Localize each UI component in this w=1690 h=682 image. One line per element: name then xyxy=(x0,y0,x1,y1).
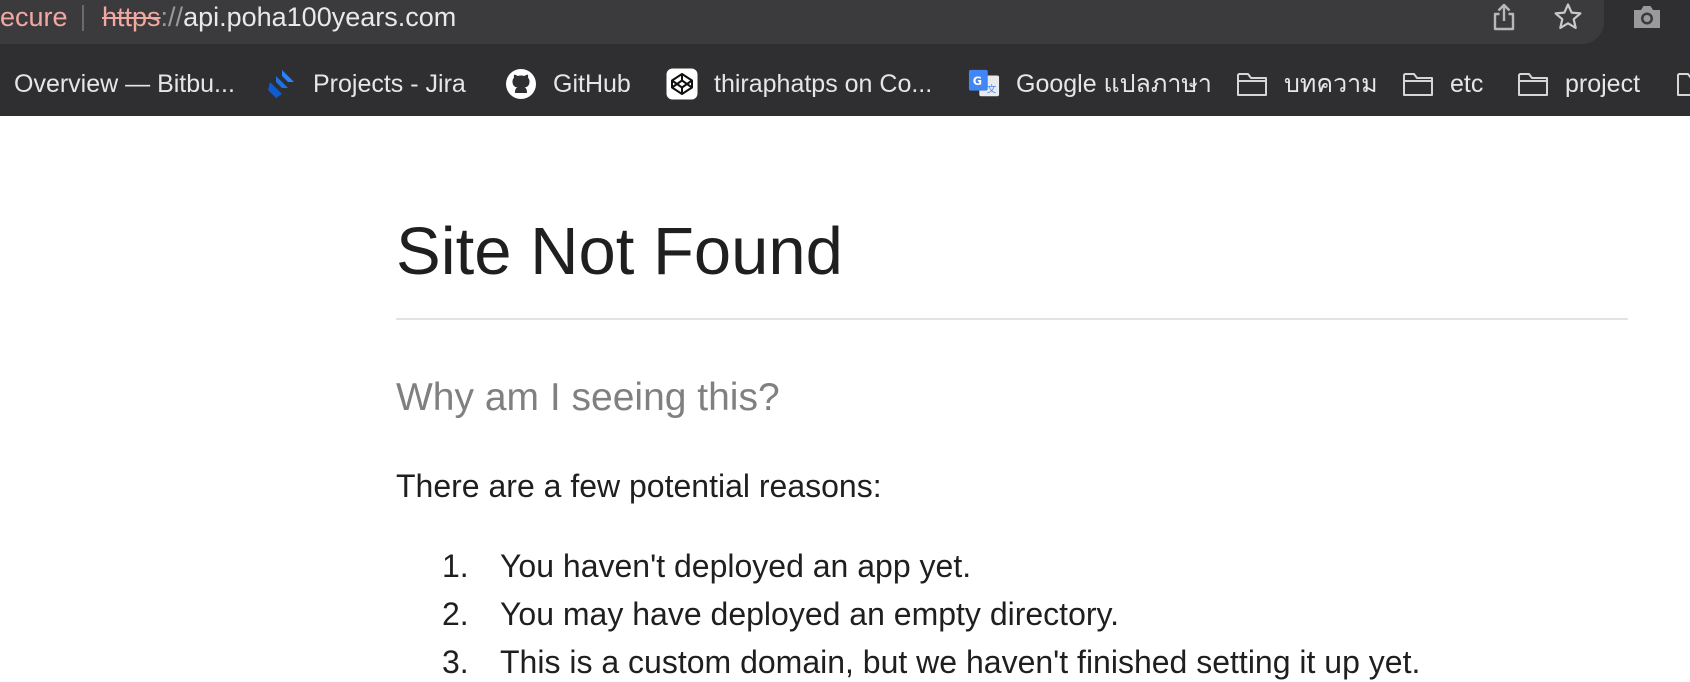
address-bar[interactable]: ecure https://api.poha100years.com xyxy=(0,0,1604,44)
bookmark-folder-overflow[interactable] xyxy=(1676,62,1690,106)
bookmark-label: Overview — Bitbu... xyxy=(14,69,235,98)
camera-icon[interactable] xyxy=(1630,0,1664,34)
url-host: api.poha100years.com xyxy=(183,2,457,32)
list-item-number: 3. xyxy=(442,644,469,680)
bookmark-bitbucket-overview[interactable]: Overview — Bitbu... xyxy=(14,62,235,106)
jira-icon xyxy=(265,68,297,100)
page-title: Site Not Found xyxy=(396,214,843,289)
github-icon xyxy=(505,68,537,100)
bookmark-folder-etc[interactable]: etc xyxy=(1402,62,1483,106)
address-bar-divider xyxy=(82,5,84,31)
share-icon[interactable] xyxy=(1487,0,1521,34)
list-item-text: You may have deployed an empty directory… xyxy=(500,596,1120,632)
bookmark-google-translate[interactable]: G 文 Google แปลภาษา xyxy=(968,62,1212,106)
list-item-number: 1. xyxy=(442,548,469,584)
google-translate-icon: G 文 xyxy=(968,68,1000,100)
reasons-intro: There are a few potential reasons: xyxy=(396,468,882,504)
folder-icon xyxy=(1517,68,1549,100)
bookmark-codepen[interactable]: thiraphatps on Co... xyxy=(666,62,932,106)
page-subheading: Why am I seeing this? xyxy=(396,376,780,419)
bookmark-folder-articles[interactable]: บทความ xyxy=(1236,62,1378,106)
list-item-text: This is a custom domain, but we haven't … xyxy=(500,644,1421,680)
bookmark-label: Google แปลภาษา xyxy=(1016,70,1212,98)
security-indicator[interactable]: ecure xyxy=(0,0,68,34)
url-text[interactable]: https://api.poha100years.com xyxy=(102,0,456,34)
svg-text:G: G xyxy=(973,75,982,88)
bookmark-label: บทความ xyxy=(1284,70,1378,98)
bookmark-folder-project[interactable]: project xyxy=(1517,62,1640,106)
bookmark-label: thiraphatps on Co... xyxy=(714,69,933,98)
list-item-text: You haven't deployed an app yet. xyxy=(500,548,972,584)
folder-icon xyxy=(1402,68,1434,100)
svg-text:文: 文 xyxy=(987,83,997,95)
list-item-number: 2. xyxy=(442,596,469,632)
star-icon[interactable] xyxy=(1551,0,1585,34)
title-divider xyxy=(396,318,1628,320)
bookmarks-bar: Overview — Bitbu... Projects - Jira GitH… xyxy=(0,62,1690,106)
bookmark-jira-projects[interactable]: Projects - Jira xyxy=(265,62,466,106)
browser-chrome: ecure https://api.poha100years.com Overv… xyxy=(0,0,1690,116)
bookmark-label: GitHub xyxy=(553,69,631,98)
url-scheme: https xyxy=(102,2,161,32)
url-separator: :// xyxy=(160,2,184,32)
codepen-icon xyxy=(666,68,698,100)
bookmark-label: project xyxy=(1565,69,1641,98)
folder-icon xyxy=(1236,68,1268,100)
folder-icon xyxy=(1676,68,1690,100)
bookmark-label: Projects - Jira xyxy=(313,69,466,98)
bookmark-label: etc xyxy=(1450,69,1484,98)
bookmark-github[interactable]: GitHub xyxy=(505,62,631,106)
